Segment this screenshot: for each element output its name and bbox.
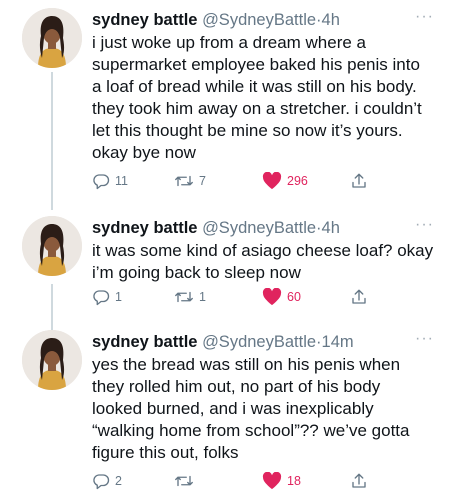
tweet-text: yes the bread was still on his penis whe… (92, 355, 410, 462)
retweet-button[interactable]: 1 (174, 288, 206, 306)
tweet[interactable]: sydney battle @SydneyBattle·4h ··· it wa… (0, 216, 450, 316)
like-count: 18 (287, 474, 301, 488)
more-options-icon[interactable]: ··· (415, 216, 434, 234)
share-icon (352, 289, 366, 304)
tweet-text: i just woke up from a dream where a supe… (92, 33, 422, 162)
tweet-actions: 2 18 (92, 472, 434, 492)
more-options-icon[interactable]: ··· (415, 8, 434, 26)
heart-icon (262, 172, 282, 190)
display-name[interactable]: sydney battle (92, 219, 197, 237)
tweet-header: sydney battle @SydneyBattle·4h (92, 10, 410, 30)
retweet-icon (175, 475, 193, 487)
avatar[interactable] (22, 8, 82, 68)
tweet-actions: 11 7 296 (92, 172, 434, 192)
like-count: 60 (287, 290, 301, 304)
share-button[interactable] (350, 172, 368, 190)
heart-icon (262, 472, 282, 490)
tweet[interactable]: sydney battle @SydneyBattle·4h ··· i jus… (0, 8, 450, 208)
retweet-icon (175, 175, 193, 187)
reply-button[interactable]: 11 (92, 172, 128, 190)
like-button[interactable]: 18 (262, 472, 301, 490)
tweet-text: it was some kind of asiago cheese loaf? … (92, 241, 434, 282)
reply-count: 11 (115, 174, 128, 188)
reply-icon (93, 474, 110, 490)
tweet[interactable]: sydney battle @SydneyBattle·14m ··· yes … (0, 330, 450, 500)
tweet-header: sydney battle @SydneyBattle·4h (92, 218, 410, 238)
tweet-actions: 1 1 60 (92, 288, 434, 308)
reply-count: 1 (115, 290, 122, 304)
retweet-icon (175, 291, 193, 303)
tweet-header: sydney battle @SydneyBattle·14m (92, 332, 410, 352)
share-icon (352, 473, 366, 488)
more-options-icon[interactable]: ··· (415, 330, 434, 348)
share-icon (352, 173, 366, 188)
heart-icon (262, 288, 282, 306)
reply-icon (93, 174, 110, 190)
reply-button[interactable]: 1 (92, 288, 122, 306)
avatar[interactable] (22, 216, 82, 276)
reply-button[interactable]: 2 (92, 472, 122, 490)
timestamp[interactable]: 14m (322, 333, 354, 351)
timestamp[interactable]: 4h (322, 219, 340, 237)
like-count: 296 (287, 174, 308, 188)
user-handle[interactable]: @SydneyBattle (202, 11, 316, 29)
retweet-button[interactable] (174, 472, 199, 490)
like-button[interactable]: 60 (262, 288, 301, 306)
like-button[interactable]: 296 (262, 172, 308, 190)
user-handle[interactable]: @SydneyBattle (202, 219, 316, 237)
share-button[interactable] (350, 472, 368, 490)
timestamp[interactable]: 4h (322, 11, 340, 29)
share-button[interactable] (350, 288, 368, 306)
display-name[interactable]: sydney battle (92, 333, 197, 351)
retweet-button[interactable]: 7 (174, 172, 206, 190)
display-name[interactable]: sydney battle (92, 11, 197, 29)
reply-count: 2 (115, 474, 122, 488)
retweet-count: 7 (199, 174, 206, 188)
user-handle[interactable]: @SydneyBattle (202, 333, 316, 351)
avatar[interactable] (22, 330, 82, 390)
retweet-count: 1 (199, 290, 206, 304)
reply-icon (93, 290, 110, 306)
